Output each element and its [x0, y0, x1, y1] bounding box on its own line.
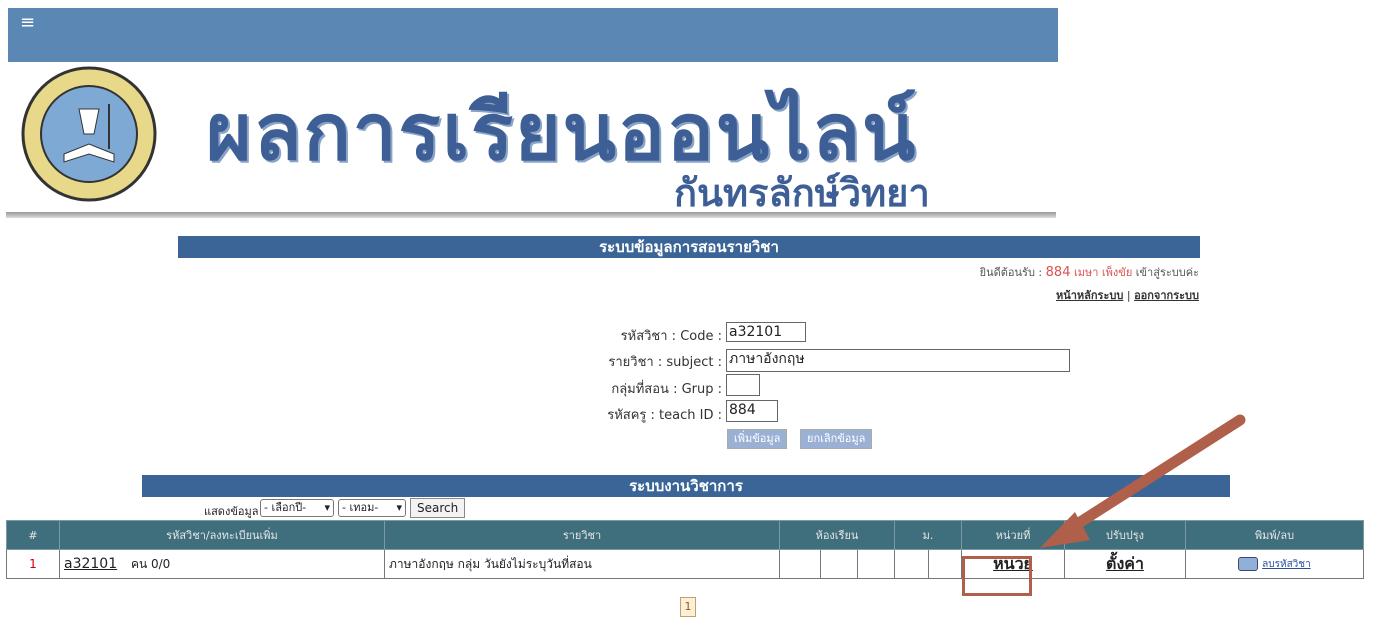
- filter-label: แสดงข้อมูล: [204, 505, 259, 518]
- col-header-unit: หน่วยที่: [961, 520, 1065, 550]
- code-row: รหัสวิชา : Code :: [500, 325, 722, 345]
- add-data-button[interactable]: เพิ่มข้อมูล: [727, 429, 788, 449]
- cancel-data-button[interactable]: ยกเลิกข้อมูล: [800, 429, 873, 449]
- subjects-table: # รหัสวิชา/ลงทะเบียนเพิ่ม รายวิชา ห้องเร…: [6, 520, 1364, 579]
- logout-link[interactable]: ออกจากระบบ: [1134, 289, 1199, 302]
- settings-link[interactable]: ตั้งค่า: [1106, 554, 1144, 573]
- home-link[interactable]: หน้าหลักระบบ: [1056, 289, 1123, 302]
- row-print-delete-cell: ลบรหัสวิชา: [1185, 549, 1364, 579]
- top-links: หน้าหลักระบบ | ออกจากระบบ: [1056, 286, 1199, 304]
- table-row: 1 a32101 คน 0/0 ภาษาอังกฤษ กลุ่ม วันยังไ…: [6, 549, 1364, 579]
- col-header-level: ม.: [894, 520, 962, 550]
- section-title-academic: ระบบงานวิชาการ: [142, 475, 1230, 497]
- school-logo: [21, 66, 157, 202]
- row-code-cell: a32101 คน 0/0: [59, 549, 385, 579]
- teach-label: รหัสครู : teach ID :: [607, 408, 722, 423]
- user-id: 884: [1045, 265, 1071, 280]
- banner-divider: [6, 212, 1056, 218]
- year-select[interactable]: - เลือกปี- ▾: [260, 499, 334, 517]
- welcome-message: ยินดีต้อนรับ : 884 เมษา เพ็งขัย เข้าสู่ร…: [980, 263, 1199, 281]
- term-select-value: - เทอม-: [342, 501, 379, 514]
- row-number: 1: [6, 549, 60, 579]
- row-subject: ภาษาอังกฤษ กลุ่ม วันยังไม่ระบุวันที่สอน: [384, 549, 780, 579]
- teach-id-input[interactable]: 884: [726, 400, 778, 422]
- search-button[interactable]: Search: [410, 498, 466, 518]
- chevron-down-icon: ▾: [396, 501, 402, 514]
- delete-subject-link[interactable]: ลบรหัสวิชา: [1262, 559, 1311, 570]
- col-header-code: รหัสวิชา/ลงทะเบียนเพิ่ม: [59, 520, 385, 550]
- table-header-row: # รหัสวิชา/ลงทะเบียนเพิ่ม รายวิชา ห้องเร…: [6, 520, 1364, 550]
- subject-input[interactable]: ภาษาอังกฤษ: [726, 349, 1070, 372]
- welcome-prefix: ยินดีต้อนรับ :: [979, 266, 1043, 279]
- highlight-box: [962, 556, 1032, 596]
- col-header-settings: ปรับปรุง: [1064, 520, 1186, 550]
- banner: ผลการเรียนออนไลน์ กันทรลักษ์วิทยา: [6, 62, 1056, 222]
- col-header-subject: รายวิชา: [384, 520, 780, 550]
- group-label: กลุ่มที่สอน : Grup :: [611, 382, 722, 397]
- col-header-num: #: [6, 520, 60, 550]
- hamburger-icon[interactable]: ≡: [20, 14, 35, 32]
- welcome-suffix: เข้าสู่ระบบค่ะ: [1135, 266, 1199, 279]
- link-separator: |: [1126, 289, 1131, 302]
- student-count: คน 0/0: [130, 556, 171, 571]
- row-level: [894, 549, 962, 579]
- group-input[interactable]: [726, 374, 760, 396]
- row-room: [779, 549, 895, 579]
- code-label: รหัสวิชา : Code :: [620, 329, 722, 344]
- year-select-value: - เลือกปี-: [264, 501, 307, 514]
- code-input[interactable]: a32101: [726, 322, 806, 342]
- section-title-teaching: ระบบข้อมูลการสอนรายวิชา: [178, 236, 1200, 258]
- col-header-room: ห้องเรียน: [779, 520, 895, 550]
- subject-row: รายวิชา : subject :: [500, 351, 722, 371]
- teach-row: รหัสครู : teach ID :: [500, 404, 722, 424]
- top-bar: ≡: [8, 8, 1058, 62]
- subject-label: รายวิชา : subject :: [608, 355, 722, 370]
- chevron-down-icon: ▾: [324, 501, 330, 514]
- subject-code-link[interactable]: a32101: [64, 556, 117, 572]
- page-button[interactable]: 1: [680, 597, 696, 617]
- user-name: เมษา เพ็งขัย: [1073, 266, 1133, 279]
- printer-icon[interactable]: [1238, 556, 1259, 571]
- row-settings-cell: ตั้งค่า: [1064, 549, 1186, 579]
- term-select[interactable]: - เทอม- ▾: [338, 499, 406, 517]
- col-header-print-delete: พิมพ์/ลบ: [1185, 520, 1364, 550]
- group-row: กลุ่มที่สอน : Grup :: [500, 378, 722, 398]
